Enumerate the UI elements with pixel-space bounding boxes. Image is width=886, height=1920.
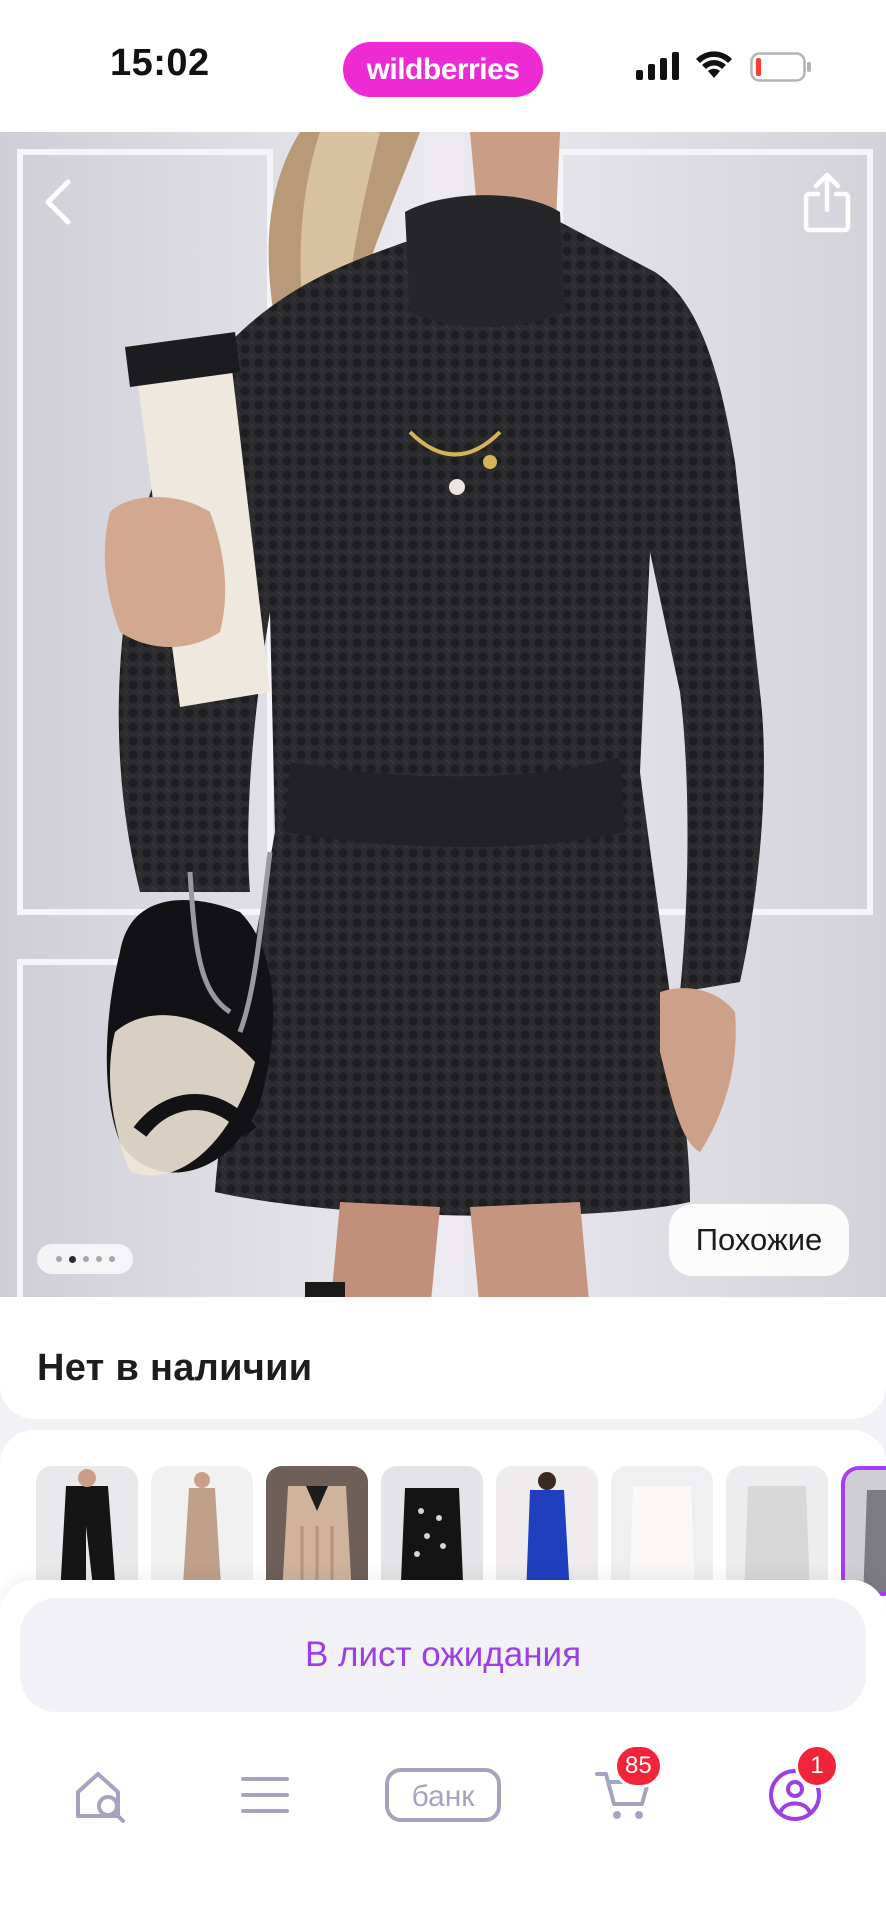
thumbnail-image (726, 1466, 828, 1596)
cellular-signal-icon (636, 52, 679, 80)
pagination-dot (108, 1256, 115, 1262)
availability-card: Нет в наличии (0, 1297, 886, 1419)
cart-badge: 85 (614, 1744, 663, 1788)
thumbnail-grey-sweater-dress[interactable] (726, 1466, 828, 1596)
thumbnail-image (845, 1470, 886, 1592)
availability-status: Нет в наличии (37, 1347, 313, 1389)
bank-icon: банк (385, 1768, 501, 1822)
pagination-dot (55, 1256, 62, 1262)
tab-catalog[interactable] (215, 1740, 315, 1850)
similar-button[interactable]: Похожие (669, 1204, 849, 1276)
thumbnail-white-sweater-dress[interactable] (611, 1466, 713, 1596)
brand-logo: wildberries (343, 42, 543, 97)
wifi-icon (696, 51, 732, 78)
home-search-icon (76, 1772, 125, 1823)
menu-icon (241, 1777, 289, 1813)
thumbnail-black-dress-slit[interactable] (36, 1466, 138, 1596)
thumbnail-black-dotted-dress[interactable] (381, 1466, 483, 1596)
status-bar: 15:02 wildberries (0, 0, 886, 132)
product-screen: 15:02 wildberries Похожие Нет в наличии … (0, 0, 886, 1920)
tab-bank[interactable]: банк (378, 1740, 508, 1850)
tab-home-search[interactable] (50, 1740, 150, 1850)
share-icon[interactable] (800, 170, 854, 234)
back-chevron-icon[interactable] (34, 172, 82, 232)
thumbnail-beige-cable-knit-dress[interactable] (266, 1466, 368, 1596)
tab-cart[interactable]: 85 (568, 1740, 678, 1850)
thumbnail-image (381, 1466, 483, 1596)
battery-low-icon (750, 52, 811, 82)
gallery-pagination (37, 1244, 133, 1274)
tab-profile[interactable]: 1 (745, 1740, 845, 1850)
thumbnail-current-item[interactable] (841, 1466, 886, 1596)
thumbnail-blue-dress[interactable] (496, 1466, 598, 1596)
thumbnail-image (36, 1466, 138, 1596)
thumbnail-image (496, 1466, 598, 1596)
thumbnail-image (151, 1466, 253, 1596)
status-time: 15:02 (110, 42, 210, 84)
bottom-action-sheet: В лист ожидания банк 85 1 (0, 1580, 886, 1920)
pagination-dot (82, 1256, 89, 1262)
bank-label: банк (412, 1780, 476, 1813)
profile-badge: 1 (795, 1744, 839, 1788)
thumbnail-image (266, 1466, 368, 1596)
bottom-tab-bar: банк 85 1 (0, 1740, 886, 1860)
thumbnail-beige-fitted-dress[interactable] (151, 1466, 253, 1596)
thumbnail-image (611, 1466, 713, 1596)
product-image-gallery[interactable]: Похожие (0, 132, 886, 1312)
pagination-dot (95, 1256, 102, 1262)
pagination-dot-active (68, 1255, 76, 1263)
add-to-waitlist-button[interactable]: В лист ожидания (20, 1598, 866, 1712)
product-photo (0, 132, 886, 1312)
